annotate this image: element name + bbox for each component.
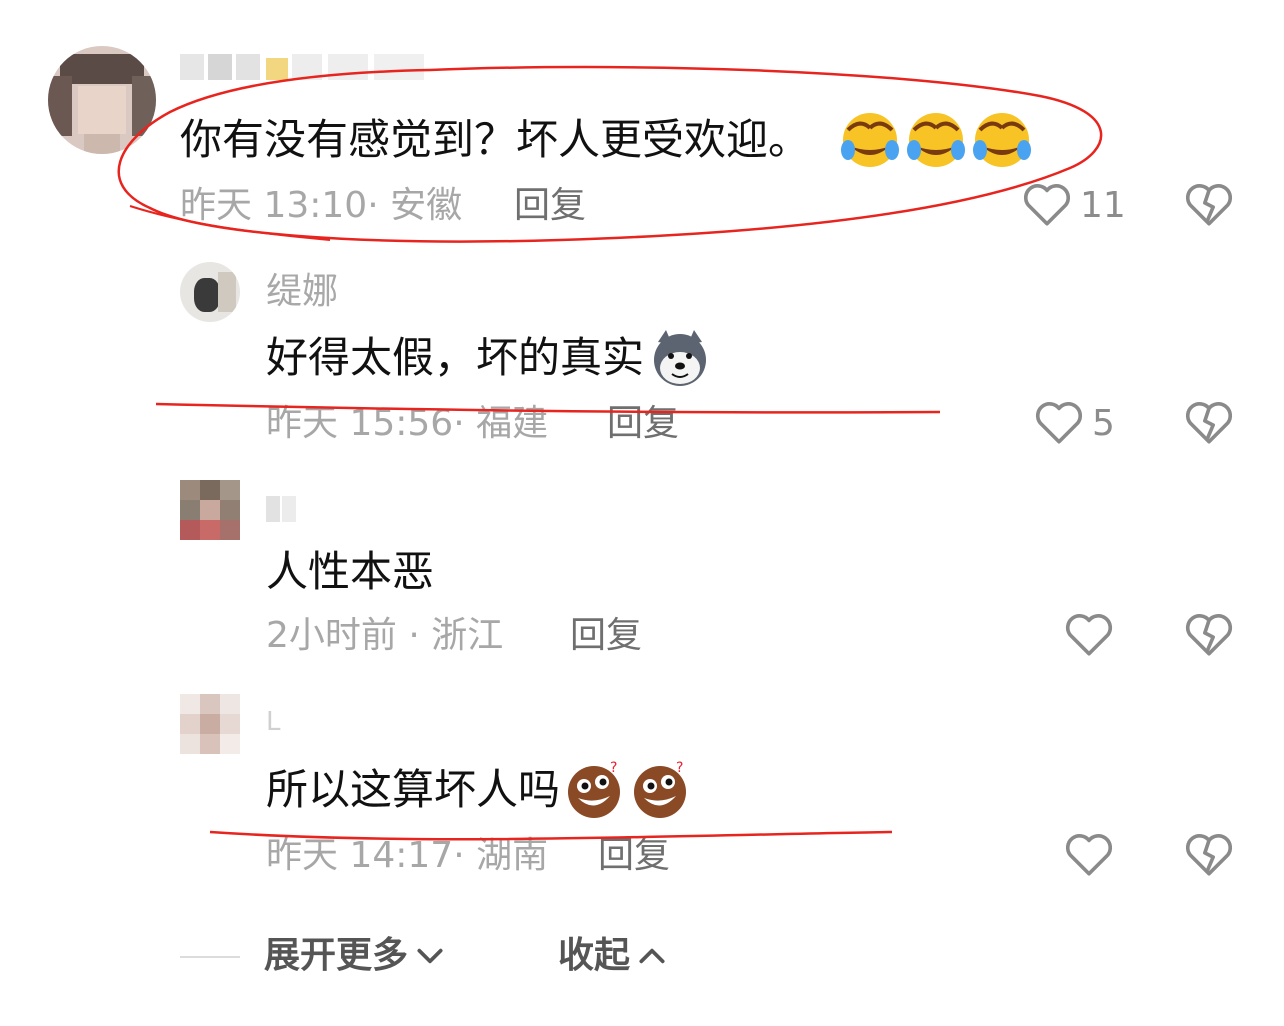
timestamp: 2小时前	[266, 615, 397, 656]
username[interactable]: L	[266, 700, 281, 744]
comment-text: 好得太假，坏的真实	[266, 328, 710, 388]
comment-text: 你有没有感觉到？坏人更受欢迎。	[180, 110, 1032, 170]
comment-text: 所以这算坏人吗 ? ?	[266, 760, 690, 820]
timestamp: 昨天 14:17	[266, 835, 454, 876]
like-count: 5	[1092, 403, 1115, 444]
location: 湖南	[476, 835, 549, 876]
avatar[interactable]	[180, 694, 240, 754]
laughing-cry-emoji	[841, 113, 900, 167]
avatar[interactable]	[180, 480, 240, 540]
dislike-broken-heart-icon[interactable]	[1184, 830, 1234, 880]
avatar[interactable]	[48, 46, 156, 154]
svg-text:?: ?	[610, 760, 617, 776]
location: 安徽	[390, 185, 463, 226]
reply-button[interactable]: 回复	[598, 834, 670, 878]
timestamp: 昨天 13:10	[180, 185, 368, 226]
username[interactable]: 缇娜	[266, 270, 338, 314]
comment-meta: 2小时前 · 浙江	[266, 615, 504, 656]
heart-icon[interactable]	[1034, 398, 1084, 448]
chevron-up-icon	[639, 948, 665, 964]
dislike-broken-heart-icon[interactable]	[1184, 610, 1234, 660]
expand-more-button[interactable]: 展开更多	[264, 934, 446, 978]
comment-meta: 昨天 15:56· 福建	[266, 403, 549, 444]
confused-face-emoji: ?	[634, 760, 687, 818]
comment-meta: 昨天 13:10· 安徽	[180, 185, 463, 226]
laughing-cry-emoji	[907, 113, 966, 167]
username-blurred[interactable]	[266, 492, 300, 526]
like-count: 11	[1080, 185, 1126, 226]
avatar[interactable]	[180, 262, 240, 322]
divider	[180, 956, 240, 958]
dislike-broken-heart-icon[interactable]	[1184, 398, 1234, 448]
username-blurred[interactable]	[180, 50, 430, 84]
heart-icon[interactable]	[1022, 180, 1072, 230]
location: 浙江	[431, 615, 504, 656]
heart-icon[interactable]	[1064, 610, 1114, 660]
collapse-button[interactable]: 收起	[558, 934, 668, 978]
reply-button[interactable]: 回复	[607, 402, 679, 446]
location: 福建	[476, 403, 549, 444]
reply-button[interactable]: 回复	[570, 614, 642, 658]
heart-icon[interactable]	[1064, 830, 1114, 880]
timestamp: 昨天 15:56	[266, 403, 454, 444]
chevron-down-icon	[417, 948, 443, 964]
reply-button[interactable]: 回复	[514, 184, 586, 228]
svg-text:?: ?	[676, 760, 683, 776]
dislike-broken-heart-icon[interactable]	[1184, 180, 1234, 230]
husky-dog-emoji	[654, 330, 707, 386]
comment-meta: 昨天 14:17· 湖南	[266, 835, 549, 876]
confused-face-emoji: ?	[568, 760, 621, 818]
laughing-cry-emoji	[973, 113, 1032, 167]
comment-text: 人性本恶	[266, 547, 435, 596]
